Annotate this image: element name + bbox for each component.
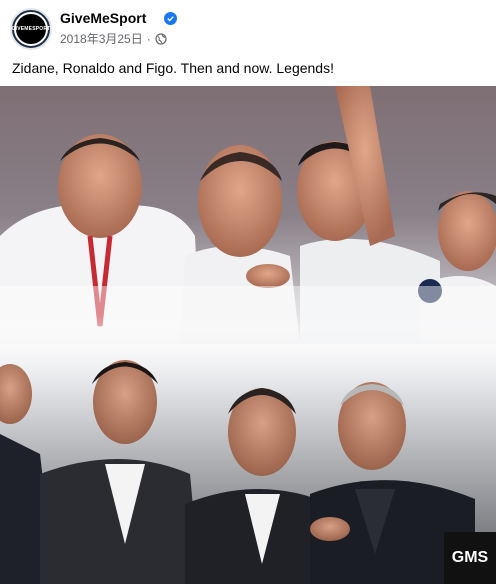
- post-timestamp[interactable]: 2018年3月25日: [60, 30, 143, 47]
- meta-separator: ·: [146, 31, 151, 46]
- globe-icon[interactable]: [155, 32, 167, 45]
- photo-now: [0, 314, 496, 584]
- photo-then: [0, 86, 496, 344]
- gms-watermark: GMS: [444, 532, 496, 584]
- post-caption: Zidane, Ronaldo and Figo. Then and now. …: [12, 60, 334, 76]
- post-meta: 2018年3月25日 ·: [60, 30, 167, 47]
- facebook-post: GIVEMESPORT GiveMeSport 2018年3月25日 · Zid…: [0, 0, 496, 584]
- page-name-link[interactable]: GiveMeSport: [60, 10, 146, 26]
- avatar-logo: GIVEMESPORT: [11, 12, 51, 46]
- post-image[interactable]: GMS: [0, 86, 496, 584]
- page-avatar[interactable]: GIVEMESPORT: [10, 8, 52, 50]
- verified-badge-icon: [164, 12, 177, 25]
- post-header: GIVEMESPORT GiveMeSport 2018年3月25日 ·: [10, 8, 486, 50]
- avatar-logo-text: GIVEMESPORT: [11, 26, 51, 32]
